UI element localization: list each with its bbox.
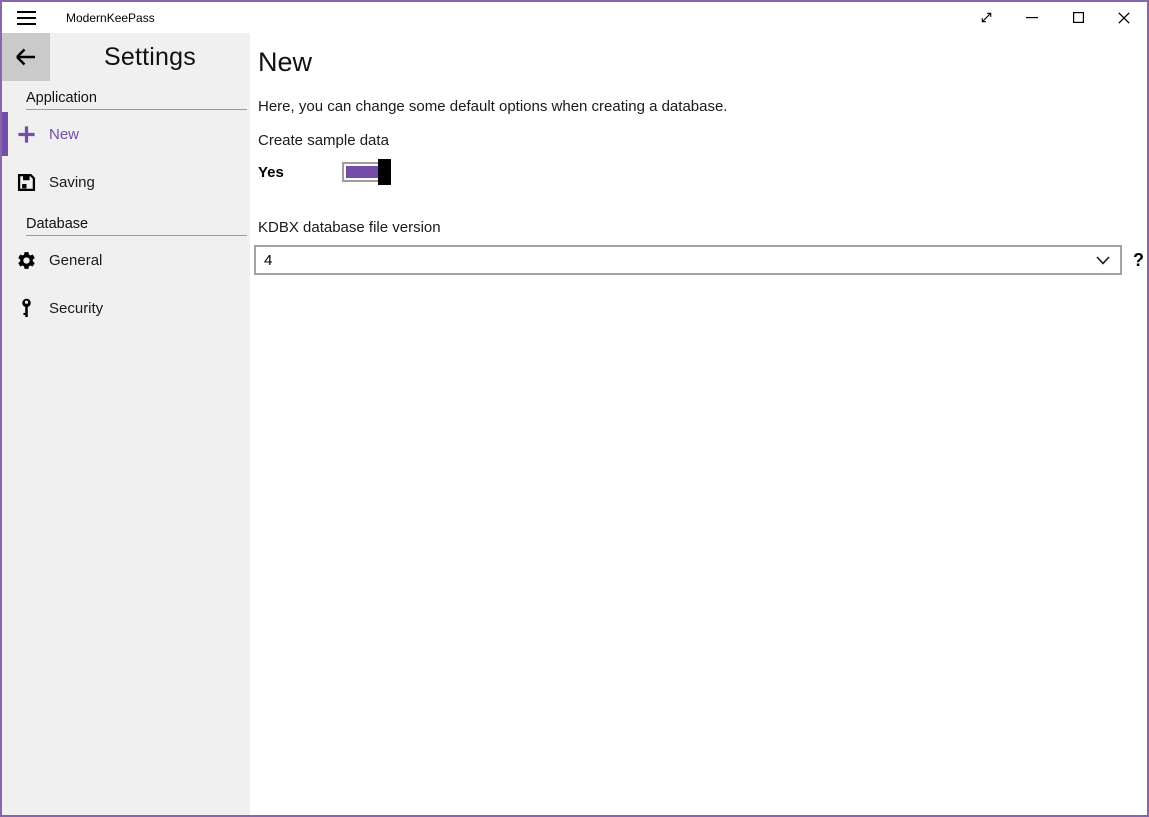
settings-new-page: New Here, you can change some default op…	[250, 33, 1149, 815]
kdbx-version-row: 4 ?	[258, 245, 1144, 275]
page-description: Here, you can change some default option…	[258, 98, 1144, 116]
kdbx-version-label: KDBX database file version	[258, 219, 1144, 237]
hamburger-menu-button[interactable]	[2, 2, 50, 33]
close-button[interactable]	[1101, 2, 1147, 33]
sample-data-row: Yes	[258, 158, 1144, 186]
sidebar-item-label: General	[49, 252, 102, 269]
sidebar-item-saving[interactable]: Saving	[2, 158, 250, 206]
sidebar-item-general[interactable]: General	[2, 236, 250, 284]
toggle-thumb	[378, 159, 391, 185]
sample-data-label: Create sample data	[258, 132, 1144, 150]
help-button[interactable]: ?	[1133, 250, 1144, 271]
toggle-fill	[346, 166, 380, 178]
sidebar-item-label: Saving	[49, 174, 95, 191]
titlebar: ModernKeePass	[2, 2, 1147, 33]
gear-icon	[16, 250, 37, 271]
save-icon	[16, 172, 37, 193]
fullscreen-button[interactable]	[963, 2, 1009, 33]
sidebar-item-new[interactable]: New	[2, 110, 250, 158]
app-window: ModernKeePass Settings	[0, 0, 1149, 817]
sidebar-item-security[interactable]: Security	[2, 284, 250, 332]
titlebar-spacer	[155, 2, 963, 33]
kdbx-version-value: 4	[264, 252, 1096, 269]
sidebar-title: Settings	[50, 33, 250, 81]
page-title: New	[258, 46, 1144, 78]
plus-icon	[16, 124, 37, 145]
hamburger-icon	[17, 11, 36, 25]
sample-data-toggle[interactable]	[342, 159, 391, 185]
back-arrow-icon	[15, 48, 37, 66]
kdbx-version-select[interactable]: 4	[254, 245, 1122, 275]
close-icon	[1118, 12, 1130, 24]
maximize-icon	[1073, 12, 1084, 23]
window-title: ModernKeePass	[66, 11, 155, 25]
section-label-database: Database	[26, 216, 247, 236]
sidebar-header: Settings	[2, 33, 250, 81]
section-label-application: Application	[26, 90, 247, 110]
back-button[interactable]	[2, 33, 50, 81]
toggle-state-label: Yes	[258, 164, 342, 181]
sidebar-item-label: Security	[49, 300, 103, 317]
maximize-button[interactable]	[1055, 2, 1101, 33]
fullscreen-icon	[979, 10, 994, 25]
chevron-down-icon	[1096, 256, 1110, 265]
settings-sidebar: Settings Application New Saving	[2, 33, 250, 815]
minimize-icon	[1026, 17, 1038, 19]
sidebar-item-label: New	[49, 126, 79, 143]
minimize-button[interactable]	[1009, 2, 1055, 33]
key-icon	[16, 298, 37, 319]
